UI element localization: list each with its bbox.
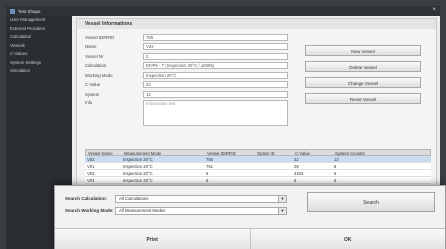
table-cell: 6 xyxy=(294,178,297,183)
c-value-label: C-Value xyxy=(85,82,101,88)
column-header[interactable]: System Counter xyxy=(333,150,373,156)
panel-title: Vessel Informations xyxy=(77,19,436,29)
table-cell xyxy=(254,177,292,183)
close-icon[interactable]: × xyxy=(432,7,436,13)
window-title: Test Shape xyxy=(18,8,41,14)
search-working-mode-value: All Measurement Modes xyxy=(119,207,166,213)
table-cell: 28 xyxy=(294,164,299,169)
chevron-down-icon[interactable]: ▼ xyxy=(278,195,286,202)
table-cell: 22 xyxy=(294,157,299,162)
c-value-field[interactable]: 22 xyxy=(143,81,288,89)
table-row[interactable]: V02 Inspection 20°C 755 22 12 xyxy=(85,156,431,163)
search-working-mode-select[interactable]: All Measurement Modes ▼ xyxy=(115,206,287,215)
table-header: Vessel Name Measurement Mode Vessel ID/R… xyxy=(85,149,431,156)
table-row[interactable]: V04 Inspection 20°C 6 6 6 xyxy=(85,177,431,184)
ok-button[interactable]: OK xyxy=(249,229,445,249)
sidebar-item-external-providers[interactable]: External Providers xyxy=(6,25,72,34)
search-dialog: Search Calculation: All Calculations ▼ S… xyxy=(54,185,446,249)
table-cell: 6 xyxy=(206,171,209,176)
table-cell: Inspection 20°C xyxy=(123,178,153,183)
table-cell: 751 xyxy=(206,164,213,169)
app-icon xyxy=(10,8,15,14)
info-field[interactable]: Information text xyxy=(143,99,288,126)
working-mode-label: Working Mode xyxy=(85,72,113,78)
vessel-nr-label: Vessel Nr xyxy=(85,53,104,59)
delete-vessel-button[interactable]: Delete Vessel xyxy=(305,61,421,72)
vessel-nr-field[interactable]: 2 xyxy=(143,52,288,60)
title-bar: Test Shape × xyxy=(6,6,440,16)
sidebar-item-c-values[interactable]: C-Values xyxy=(6,50,72,59)
sidebar-item-user-management[interactable]: User Management xyxy=(6,16,72,25)
working-mode-field[interactable]: Inspection 20°C xyxy=(143,71,288,79)
column-header[interactable]: Measurement Mode xyxy=(122,150,205,156)
column-header[interactable]: C-Value xyxy=(293,150,333,156)
table-cell: 755 xyxy=(206,157,213,162)
vessel-form: Vessel ID/RFID 755 Name V02 Vessel Nr 2 … xyxy=(85,33,295,129)
column-header[interactable]: Vessel ID/RFID xyxy=(205,150,255,156)
search-calculation-label: Search Calculation: xyxy=(65,196,108,201)
vessel-panel: Vessel Informations Vessel ID/RFID 755 N… xyxy=(76,18,437,190)
table-cell xyxy=(254,170,292,176)
search-working-mode-label: Search Working Mode: xyxy=(65,208,114,213)
table-cell: V01 xyxy=(87,164,95,169)
table-cell xyxy=(254,163,292,169)
vessel-id-field[interactable]: 755 xyxy=(143,33,288,41)
name-field[interactable]: V02 xyxy=(143,43,288,51)
table-cell: Inspection 20°C xyxy=(123,157,153,162)
print-button[interactable]: Print xyxy=(55,229,250,249)
table-cell: V03 xyxy=(87,171,95,176)
vessel-table: Vessel Name Measurement Mode Vessel ID/R… xyxy=(85,149,431,184)
column-header[interactable]: Vessel Name xyxy=(86,150,122,156)
table-cell: 8 xyxy=(334,164,337,169)
table-row[interactable]: V03 Inspection 20°C 6 4403 6 xyxy=(85,170,431,177)
table-cell: V04 xyxy=(87,178,95,183)
table-cell: 12 xyxy=(334,157,339,162)
info-label: Info xyxy=(85,99,93,105)
table-cell: 6 xyxy=(334,178,337,183)
sidebar-item-vessels[interactable]: Vessels xyxy=(6,42,72,51)
new-vessel-button[interactable]: New Vessel xyxy=(305,45,421,56)
vessel-id-label: Vessel ID/RFID xyxy=(85,34,115,40)
search-button[interactable]: Search xyxy=(307,192,435,212)
system-field[interactable]: 12 xyxy=(143,90,288,98)
table-cell: Inspection 20°C xyxy=(123,171,153,176)
table-cell: V02 xyxy=(87,157,95,162)
table-cell: 6 xyxy=(206,178,209,183)
table-row[interactable]: V01 Inspection 20°C 751 28 8 xyxy=(85,163,431,170)
vessel-actions: New Vessel Delete Vessel Change Vessel R… xyxy=(305,45,421,109)
calculation-label: Calculation xyxy=(85,63,107,69)
chevron-down-icon[interactable]: ▼ xyxy=(278,207,286,214)
calculation-field[interactable]: EF/Pb - T (Inspection 20°C / ±0005) xyxy=(143,62,288,70)
reset-vessel-button[interactable]: Reset Vessel xyxy=(305,93,421,104)
table-cell: 4403 xyxy=(294,171,304,176)
table-cell: Inspection 20°C xyxy=(123,164,153,169)
table-cell xyxy=(254,156,292,162)
table-cell: 6 xyxy=(334,171,337,176)
system-label: System xyxy=(85,91,100,97)
name-label: Name xyxy=(85,44,97,50)
change-vessel-button[interactable]: Change Vessel xyxy=(305,77,421,88)
search-calculation-value: All Calculations xyxy=(119,195,149,201)
search-calculation-select[interactable]: All Calculations ▼ xyxy=(115,194,287,203)
dialog-footer: Print OK xyxy=(55,228,445,249)
sidebar-item-simulation[interactable]: Simulation xyxy=(6,67,72,76)
column-header[interactable]: Option ID xyxy=(255,150,293,156)
sidebar-item-calculation[interactable]: Calculation xyxy=(6,33,72,42)
sidebar-item-system-settings[interactable]: System Settings xyxy=(6,59,72,68)
